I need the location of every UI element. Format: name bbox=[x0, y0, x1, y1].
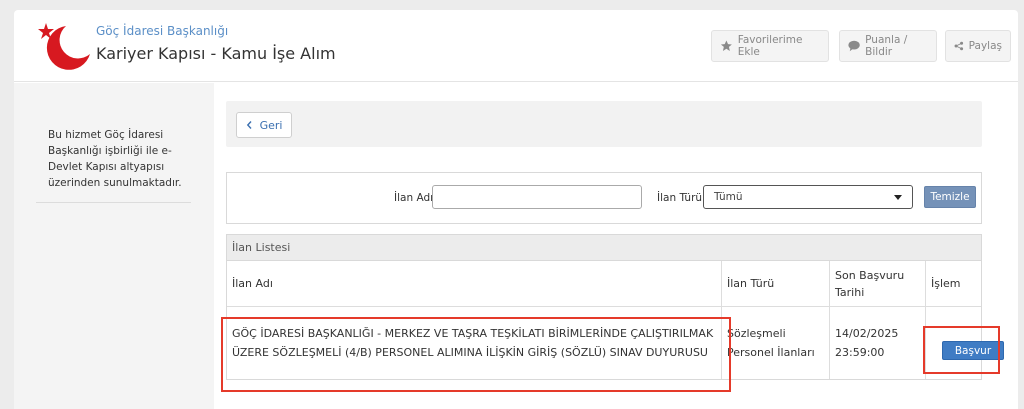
logo-icon bbox=[38, 23, 90, 70]
column-header-name: İlan Adı bbox=[227, 261, 722, 307]
sidebar: Bu hizmet Göç İdaresi Başkanlığı işbirli… bbox=[14, 83, 214, 409]
row-deadline: 14/02/2025 23:59:00 bbox=[830, 307, 926, 379]
star-icon bbox=[720, 40, 732, 52]
list-title: İlan Listesi bbox=[227, 235, 981, 261]
org-name[interactable]: Göç İdaresi Başkanlığı bbox=[96, 24, 228, 38]
name-filter-input[interactable] bbox=[432, 185, 642, 209]
apply-button[interactable]: Başvur bbox=[942, 341, 1004, 360]
column-header-deadline: Son Başvuru Tarihi bbox=[830, 261, 926, 307]
share-icon bbox=[954, 41, 964, 51]
column-header-type: İlan Türü bbox=[722, 261, 830, 307]
sidebar-divider bbox=[36, 202, 191, 203]
rate-button[interactable]: Puanla / Bildir bbox=[839, 30, 937, 62]
caret-down-icon bbox=[894, 194, 902, 200]
filter-panel: İlan Adı İlan Türü Tümü Temizle bbox=[226, 172, 982, 224]
row-name: GÖÇ İDARESİ BAŞKANLIĞI - MERKEZ VE TAŞRA… bbox=[227, 307, 722, 379]
share-label: Paylaş bbox=[968, 40, 1002, 52]
back-label: Geri bbox=[259, 118, 283, 132]
column-header-action: İşlem bbox=[926, 261, 981, 307]
clear-button[interactable]: Temizle bbox=[924, 186, 976, 208]
back-bar: Geri bbox=[226, 101, 982, 147]
type-filter-label: İlan Türü bbox=[657, 192, 703, 204]
rate-label: Puanla / Bildir bbox=[865, 34, 908, 58]
share-button[interactable]: Paylaş bbox=[945, 30, 1011, 62]
back-button[interactable]: Geri bbox=[236, 112, 292, 138]
listing-table: İlan Listesi İlan Adı İlan Türü Son Başv… bbox=[226, 234, 982, 380]
type-filter-select[interactable]: Tümü bbox=[703, 185, 913, 209]
chevron-left-icon bbox=[246, 121, 252, 129]
name-filter-label: İlan Adı bbox=[394, 192, 434, 204]
speech-bubble-icon bbox=[848, 40, 860, 52]
favorites-button[interactable]: Favorilerime Ekle bbox=[711, 30, 829, 62]
type-filter-value: Tümü bbox=[714, 191, 743, 203]
header: Göç İdaresi Başkanlığı Kariyer Kapısı - … bbox=[14, 10, 1018, 82]
service-title: Kariyer Kapısı - Kamu İşe Alım bbox=[96, 44, 336, 63]
row-type: Sözleşmeli Personel İlanları bbox=[722, 307, 830, 379]
sidebar-info: Bu hizmet Göç İdaresi Başkanlığı işbirli… bbox=[48, 129, 182, 189]
favorites-label: Favorilerime Ekle bbox=[737, 34, 803, 58]
